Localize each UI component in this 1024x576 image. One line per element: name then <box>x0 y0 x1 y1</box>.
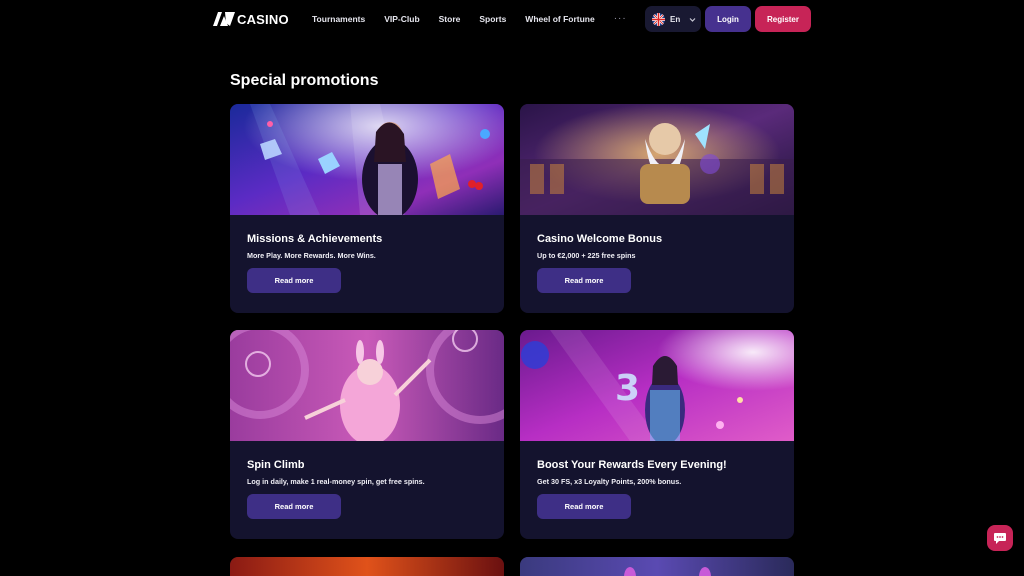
read-more-button[interactable]: Read more <box>537 494 631 519</box>
read-more-button[interactable]: Read more <box>247 268 341 293</box>
language-selector[interactable]: En <box>645 6 701 32</box>
language-label: En <box>670 14 681 24</box>
promo-title: Casino Welcome Bonus <box>537 233 663 245</box>
promo-card-partial[interactable] <box>520 557 794 576</box>
logo-mark-icon <box>213 12 235 26</box>
nav-sports[interactable]: Sports <box>479 14 506 24</box>
promo-card-missions[interactable]: Missions & Achievements More Play. More … <box>230 104 504 313</box>
promo-card-partial[interactable] <box>230 557 504 576</box>
register-button[interactable]: Register <box>755 6 811 32</box>
promo-subtitle: Log in daily, make 1 real-money spin, ge… <box>247 477 425 486</box>
more-menu-icon[interactable]: ··· <box>614 14 627 24</box>
promo-image-evening-boost: 3 <box>520 330 794 441</box>
promo-title: Missions & Achievements <box>247 233 383 245</box>
promo-image-missions <box>230 104 504 215</box>
logo-text: CASINO <box>237 11 289 27</box>
nav-vip-club[interactable]: VIP-Club <box>384 14 419 24</box>
chat-button[interactable] <box>987 525 1013 551</box>
promo-card-spin-climb[interactable]: Spin Climb Log in daily, make 1 real-mon… <box>230 330 504 539</box>
chat-icon <box>994 532 1006 544</box>
read-more-button[interactable]: Read more <box>247 494 341 519</box>
nav-store[interactable]: Store <box>439 14 461 24</box>
promo-image-spin-climb <box>230 330 504 441</box>
login-button[interactable]: Login <box>705 6 751 32</box>
promo-image-partial <box>520 557 794 576</box>
svg-text:3: 3 <box>615 368 640 409</box>
promo-card-welcome-bonus[interactable]: Casino Welcome Bonus Up to €2,000 + 225 … <box>520 104 794 313</box>
promo-subtitle: More Play. More Rewards. More Wins. <box>247 251 376 260</box>
read-more-button[interactable]: Read more <box>537 268 631 293</box>
logo[interactable]: CASINO <box>213 11 289 27</box>
promo-subtitle: Get 30 FS, x3 Loyalty Points, 200% bonus… <box>537 477 682 486</box>
uk-flag-icon <box>652 12 665 26</box>
chevron-down-icon <box>689 17 696 22</box>
promo-image-welcome-bonus <box>520 104 794 215</box>
promo-card-evening-boost[interactable]: 3 Boost Your Rewards Every Evening! Get … <box>520 330 794 539</box>
site-header: CASINO Tournaments VIP-Club Store Sports… <box>0 0 1024 38</box>
promo-image-partial <box>230 557 504 576</box>
nav-tournaments[interactable]: Tournaments <box>312 14 365 24</box>
promo-title: Boost Your Rewards Every Evening! <box>537 459 727 471</box>
nav-wheel-of-fortune[interactable]: Wheel of Fortune <box>525 14 594 24</box>
promo-subtitle: Up to €2,000 + 225 free spins <box>537 251 636 260</box>
main-nav: Tournaments VIP-Club Store Sports Wheel … <box>312 14 627 25</box>
page-title: Special promotions <box>230 72 379 89</box>
promo-title: Spin Climb <box>247 459 305 471</box>
